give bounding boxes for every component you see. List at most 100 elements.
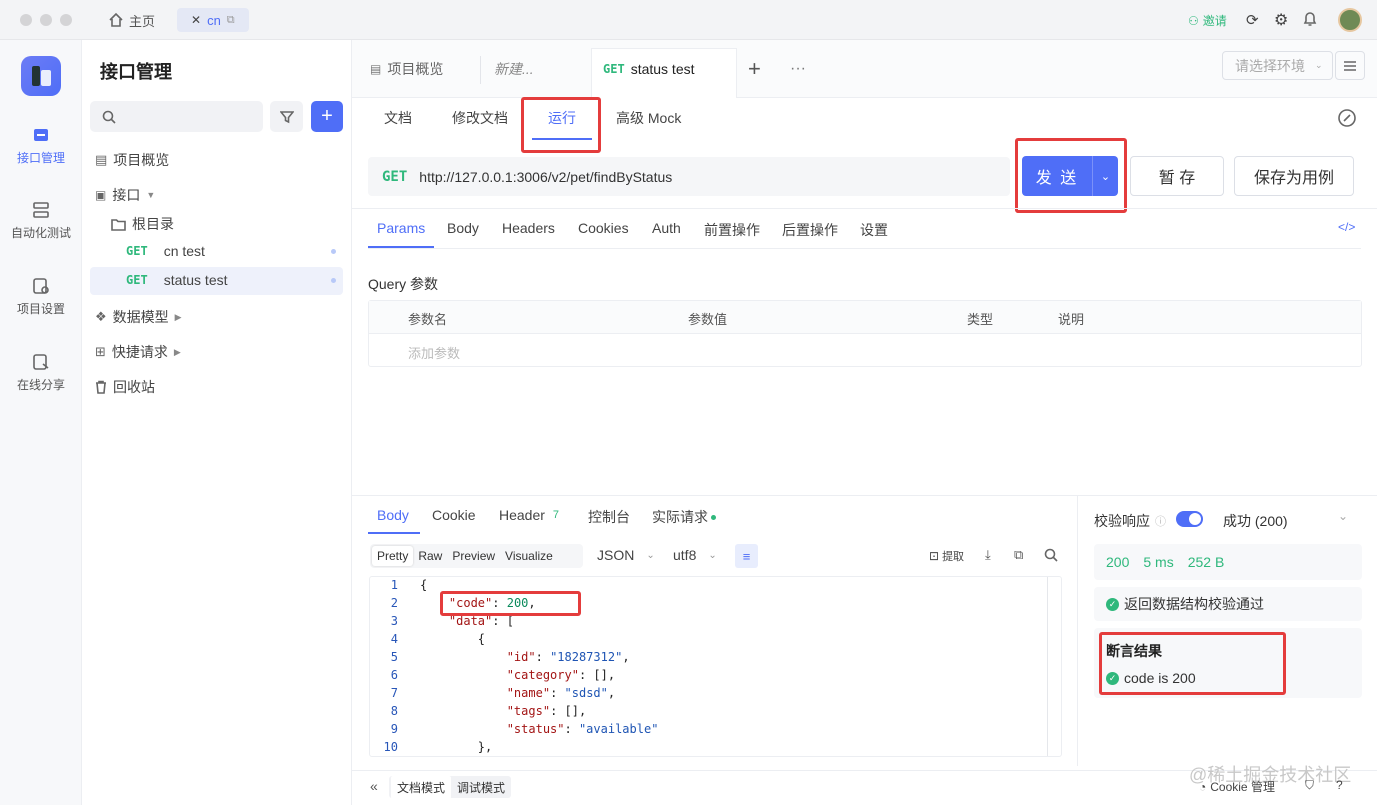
nav-online-share[interactable]: 在线分享 (0, 352, 82, 393)
encoding-select[interactable]: utf8 ⌄ (673, 547, 717, 563)
chevron-down-icon[interactable]: ⌄ (1338, 509, 1348, 523)
window-close-button[interactable] (20, 14, 32, 26)
invite-button[interactable]: ⚇ 邀请 (1188, 12, 1227, 29)
plus-icon: + (321, 105, 333, 127)
tab-cookies[interactable]: Cookies (578, 220, 629, 236)
wrap-lines-button[interactable]: ≡ (735, 544, 758, 568)
nav-automation-test[interactable]: 自动化测试 (0, 200, 82, 241)
sidebar-item-quick-request[interactable]: ⊞ 快捷请求 ▶ (95, 342, 181, 362)
tab-post-actions[interactable]: 后置操作 (782, 220, 838, 240)
format-preview[interactable]: Preview (447, 546, 500, 566)
validate-toggle[interactable] (1176, 511, 1203, 527)
environment-select[interactable]: 请选择环境 ⌄ (1222, 51, 1333, 80)
add-param-input[interactable]: 添加参数 (408, 343, 460, 362)
divider (352, 495, 1377, 496)
schema-validation-result: ✓ 返回数据结构校验通过 (1094, 587, 1362, 621)
tab-pre-actions[interactable]: 前置操作 (704, 220, 760, 240)
more-tabs-button[interactable]: ··· (790, 50, 806, 88)
tab-settings[interactable]: 设置 (860, 220, 888, 240)
window-zoom-button[interactable] (60, 14, 72, 26)
status-code: 200 (1106, 554, 1130, 570)
doc-tab-overview[interactable]: ▤ 项目概览 (370, 50, 443, 88)
sidebar-search-input[interactable] (90, 101, 263, 132)
divider (1077, 496, 1078, 766)
search-icon (102, 110, 116, 124)
project-settings-icon (33, 278, 49, 294)
close-icon[interactable]: ✕ (191, 13, 201, 27)
shirt-icon[interactable]: ⛉ (1305, 778, 1314, 793)
language-select[interactable]: JSON ⌄ (597, 547, 655, 563)
debug-mode-button[interactable]: 调试模式 (451, 776, 511, 799)
help-icon[interactable]: ⓘ (1155, 513, 1166, 529)
sidebar-item-root[interactable]: 根目录 (111, 214, 174, 234)
settings-gear-icon[interactable]: ⚙ (1274, 10, 1288, 30)
data-model-icon: ❖ (95, 309, 107, 324)
response-tab-actual-request[interactable]: 实际请求 (652, 507, 716, 527)
column-header-description: 说明 (1058, 312, 1085, 327)
window-minimize-button[interactable] (40, 14, 52, 26)
tab-docs[interactable]: 文档 (384, 108, 412, 128)
sidebar-item-api[interactable]: ▣ 接口 ▼ (95, 185, 155, 205)
copy-icon: ⧉ (226, 13, 235, 26)
help-circle-icon[interactable]: ? (1336, 778, 1343, 792)
format-visualize[interactable]: Visualize (500, 546, 558, 566)
sidebar-title: 接口管理 (100, 62, 172, 82)
project-tab-cn[interactable]: ✕ cn ⧉ (177, 8, 249, 32)
trash-icon (96, 380, 106, 394)
search-icon[interactable] (1044, 548, 1058, 565)
tab-advanced-mock[interactable]: 高级 Mock (616, 108, 681, 128)
response-size: 252 B (1187, 554, 1225, 570)
doc-tab-new[interactable]: 新建... (494, 50, 534, 88)
format-raw[interactable]: Raw (413, 546, 447, 566)
nav-api-management[interactable]: 接口管理 (0, 125, 82, 166)
caret-down-icon: ▼ (146, 190, 156, 200)
doc-tab-status-test[interactable]: GET status test (603, 50, 695, 88)
sidebar-item-overview[interactable]: ▤ 项目概览 (95, 150, 169, 170)
highlight-box-assertion (1099, 632, 1286, 695)
response-tab-body[interactable]: Body (377, 507, 409, 523)
menu-button[interactable] (1335, 51, 1365, 80)
collapse-icon[interactable]: « (370, 778, 378, 794)
avatar[interactable] (1338, 8, 1362, 32)
code-icon[interactable]: </> (1338, 220, 1355, 234)
extract-button[interactable]: ⊡ 提取 (929, 548, 964, 564)
response-tab-console[interactable]: 控制台 (588, 507, 630, 527)
sync-icon[interactable]: ⟳ (1246, 11, 1259, 29)
tab-divider (480, 56, 481, 84)
filter-button[interactable] (270, 101, 303, 132)
edit-doc-icon[interactable] (1337, 108, 1357, 131)
copy-icon[interactable]: ⧉ (1014, 547, 1023, 563)
doc-mode-button[interactable]: 文档模式 (391, 775, 452, 799)
url-input[interactable]: GET http://127.0.0.1:3006/v2/pet/findByS… (368, 157, 1010, 196)
home-tab[interactable]: 主页 (108, 10, 155, 30)
response-tab-header[interactable]: Header 7 (499, 507, 559, 523)
caret-right-icon: ▶ (174, 311, 182, 322)
tab-params[interactable]: Params (377, 220, 425, 236)
save-temp-button[interactable]: 暂 存 (1130, 156, 1224, 196)
highlight-box-send (1015, 138, 1127, 213)
check-circle-icon: ✓ (1106, 597, 1119, 611)
add-tab-button[interactable]: + (748, 50, 761, 88)
save-as-case-button[interactable]: 保存为用例 (1234, 156, 1354, 196)
extract-icon: ⊡ (929, 549, 940, 563)
home-icon (109, 12, 123, 27)
add-api-button[interactable]: + (311, 101, 343, 132)
status-dot (331, 277, 336, 283)
tab-edit-docs[interactable]: 修改文档 (452, 108, 508, 128)
download-icon[interactable]: ⤓ (985, 547, 991, 563)
format-pretty[interactable]: Pretty (372, 546, 414, 566)
response-tab-cookie[interactable]: Cookie (432, 507, 476, 523)
sidebar-item-data-models[interactable]: ❖ 数据模型 ▶ (95, 307, 182, 327)
tab-body[interactable]: Body (447, 220, 479, 236)
sidebar-api-item-selected[interactable]: GET status test (126, 272, 336, 288)
editor-scrollbar[interactable] (1047, 577, 1048, 756)
nav-project-settings[interactable]: 项目设置 (0, 276, 82, 317)
validate-response-label: 校验响应 ⓘ (1094, 513, 1166, 529)
sidebar-item-trash[interactable]: 回收站 (95, 377, 155, 397)
tab-headers[interactable]: Headers (502, 220, 555, 236)
sidebar-api-item[interactable]: GET cn test (126, 243, 336, 259)
query-params-title: Query 参数 (368, 276, 439, 292)
tab-auth[interactable]: Auth (652, 220, 681, 236)
cookie-manager-button[interactable]: ◔ Cookie 管理 (1199, 778, 1275, 795)
bell-icon[interactable] (1303, 11, 1317, 30)
